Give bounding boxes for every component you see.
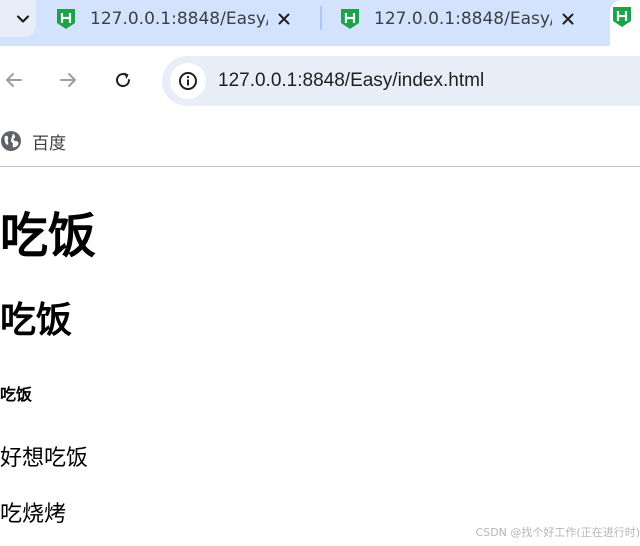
watermark: CSDN @找个好工作(正在进行时) — [475, 526, 640, 539]
toolbar: 127.0.0.1:8848/Easy/index.html — [0, 46, 640, 118]
tab-strip: 127.0.0.1:8848/Easy/ 127.0.0.1:8848/Easy… — [0, 0, 640, 46]
tab-2[interactable]: 127.0.0.1:8848/Easy/ — [340, 0, 578, 37]
reload-icon — [116, 72, 131, 88]
arrow-right-icon — [60, 73, 76, 87]
browser-window: 127.0.0.1:8848/Easy/ 127.0.0.1:8848/Easy… — [0, 0, 640, 546]
tab-active[interactable] — [610, 0, 640, 46]
hbuilder-icon — [56, 8, 76, 29]
heading-1: 吃饭 — [0, 208, 97, 264]
bookmark-baidu[interactable]: 百度 — [0, 126, 66, 156]
url-text[interactable]: 127.0.0.1:8848/Easy/index.html — [218, 70, 484, 92]
forward-button[interactable] — [52, 64, 84, 96]
heading-5: 吃饭 — [0, 385, 33, 404]
heading-2: 吃饭 — [0, 300, 73, 341]
bookmark-label: 百度 — [32, 133, 66, 154]
tab-1[interactable]: 127.0.0.1:8848/Easy/ — [56, 0, 294, 37]
hbuilder-icon — [612, 6, 632, 32]
paragraph-2: 吃烧烤 — [0, 502, 67, 527]
reload-button[interactable] — [107, 64, 139, 96]
close-icon[interactable] — [274, 9, 294, 29]
tab-separator — [320, 6, 322, 30]
tab-search-button[interactable] — [0, 0, 36, 37]
info-icon — [179, 72, 197, 90]
bookmarks-bar: 百度 — [0, 118, 640, 167]
hbuilder-icon — [340, 8, 360, 29]
address-bar[interactable]: 127.0.0.1:8848/Easy/index.html — [162, 56, 640, 106]
globe-icon — [0, 130, 22, 152]
paragraph-1: 好想吃饭 — [0, 446, 89, 471]
chevron-down-icon — [16, 14, 30, 23]
tab-title: 127.0.0.1:8848/Easy/ — [374, 8, 552, 29]
page-content: 吃饭 吃饭 吃饭 好想吃饭 吃烧烤 — [0, 168, 640, 546]
arrow-left-icon — [6, 73, 22, 87]
back-button[interactable] — [0, 64, 30, 96]
site-info-button[interactable] — [170, 63, 206, 99]
close-icon[interactable] — [558, 9, 578, 29]
tab-title: 127.0.0.1:8848/Easy/ — [90, 8, 268, 29]
